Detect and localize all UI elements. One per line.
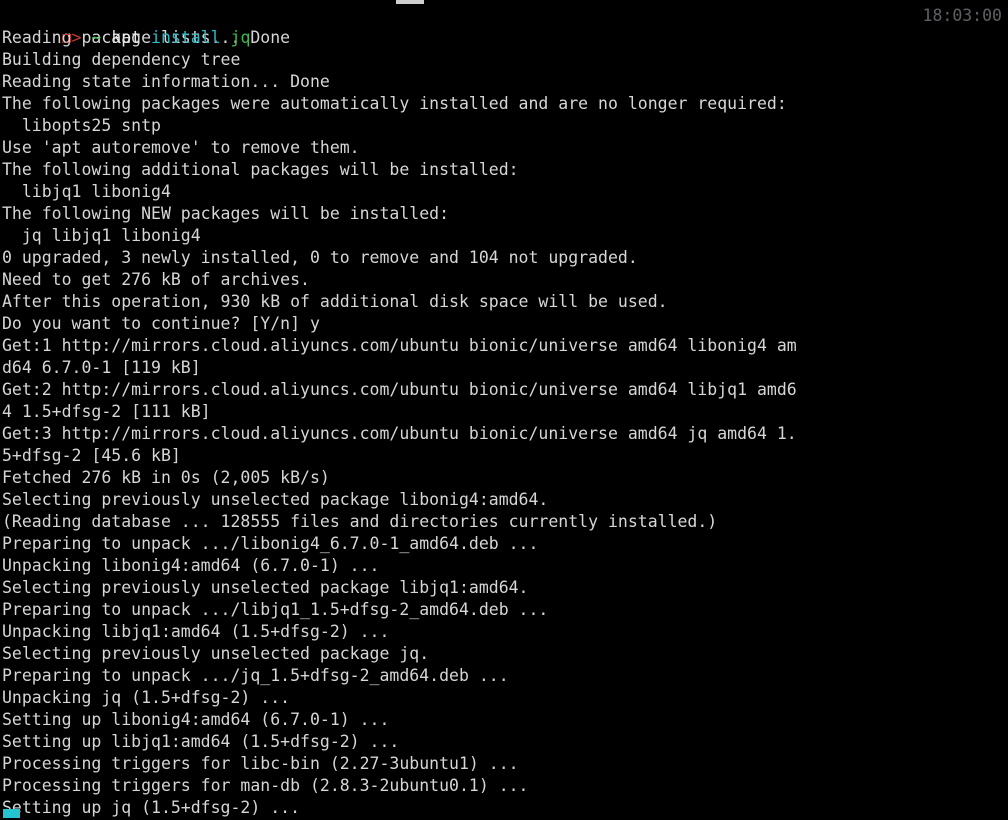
output-line: 4 1.5+dfsg-2 [111 kB]	[2, 402, 211, 421]
output-line: The following NEW packages will be insta…	[2, 204, 450, 223]
output-line: libopts25 sntp	[2, 116, 161, 135]
command-subcommand: install	[151, 28, 221, 47]
terminal-screen: ❐> ~ apt install jq 18:03:00 Reading pac…	[0, 5, 1008, 819]
output-line: Fetched 276 kB in 0s (2,005 kB/s)	[2, 468, 330, 487]
prompt-arrow-icon: >	[71, 28, 82, 47]
cursor-row	[0, 808, 1008, 820]
output-line: Get:3 http://mirrors.cloud.aliyuncs.com/…	[2, 424, 797, 443]
prompt-line[interactable]: ❐> ~ apt install jq 18:03:00	[0, 5, 1008, 47]
output-line: Need to get 276 kB of archives.	[2, 270, 310, 289]
output-line: jq libjq1 libonig4	[2, 226, 201, 245]
output-line-prompt-confirm: Do you want to continue? [Y/n] y	[2, 314, 320, 333]
output-line: The following additional packages will b…	[2, 160, 519, 179]
output-line: The following packages were automaticall…	[2, 94, 787, 113]
output-line: Get:1 http://mirrors.cloud.aliyuncs.com/…	[2, 336, 797, 355]
output-line: Processing triggers for man-db (2.8.3-2u…	[2, 776, 529, 795]
output-line: Building dependency tree	[2, 50, 241, 69]
output-line: Unpacking libjq1:amd64 (1.5+dfsg-2) ...	[2, 622, 390, 641]
output-line: Selecting previously unselected package …	[2, 490, 549, 509]
output-line: Selecting previously unselected package …	[2, 578, 529, 597]
text-cursor[interactable]	[3, 809, 20, 818]
output-line: Reading state information... Done	[2, 72, 330, 91]
output-line: Unpacking jq (1.5+dfsg-2) ...	[2, 688, 291, 707]
output-line: d64 6.7.0-1 [119 kB]	[2, 358, 201, 377]
output-line: Preparing to unpack .../libjq1_1.5+dfsg-…	[2, 600, 549, 619]
output-line: Setting up libjq1:amd64 (1.5+dfsg-2) ...	[2, 732, 400, 751]
terminal-window[interactable]: Get:1 http://mirrors.cloud.aliyuncs.com/…	[0, 0, 1008, 820]
output-line: After this operation, 930 kB of addition…	[2, 292, 668, 311]
output-line: Get:2 http://mirrors.cloud.aliyuncs.com/…	[2, 380, 797, 399]
output-line: Selecting previously unselected package …	[2, 644, 430, 663]
scrollback-remnant-highlight-bar	[396, 0, 424, 4]
output-line: 0 upgraded, 3 newly installed, 0 to remo…	[2, 248, 638, 267]
output-line: Unpacking libonig4:amd64 (6.7.0-1) ...	[2, 556, 380, 575]
prompt-box-icon: ❐	[61, 28, 72, 47]
output-line: libjq1 libonig4	[2, 182, 171, 201]
command-argument: jq	[230, 28, 251, 47]
output-line: Preparing to unpack .../libonig4_6.7.0-1…	[2, 534, 539, 553]
output-line: Processing triggers for libc-bin (2.27-3…	[2, 754, 519, 773]
command-name: apt	[111, 28, 142, 47]
output-line: Preparing to unpack .../jq_1.5+dfsg-2_am…	[2, 666, 509, 685]
output-line: (Reading database ... 128555 files and d…	[2, 512, 718, 531]
output-line: Use 'apt autoremove' to remove them.	[2, 138, 360, 157]
prompt-path: ~	[91, 28, 102, 47]
output-line: 5+dfsg-2 [45.6 kB]	[2, 446, 181, 465]
output-line: Setting up libonig4:amd64 (6.7.0-1) ...	[2, 710, 390, 729]
clock-timestamp: 18:03:00	[922, 6, 1002, 25]
